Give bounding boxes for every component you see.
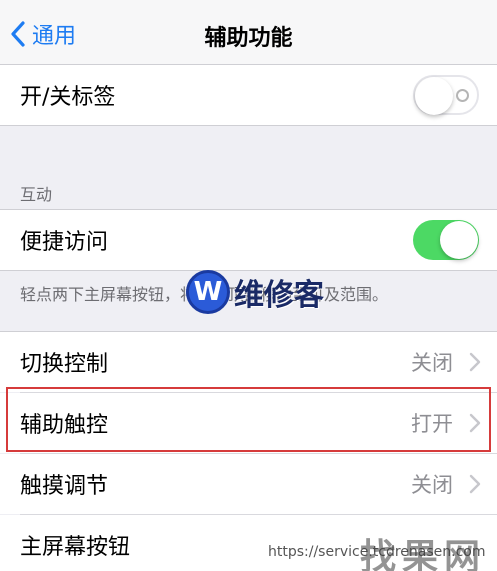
switch-control-label: 切换控制 <box>20 352 109 377</box>
page-title: 辅助功能 <box>204 26 293 51</box>
chevron-right-icon <box>469 352 481 372</box>
divider <box>0 125 497 126</box>
reachability-row: 便捷访问 <box>0 210 497 270</box>
touch-accommodations-label: 触摸调节 <box>20 474 109 499</box>
toggle-knob <box>440 221 478 259</box>
section-header-interaction: 互动 <box>20 185 53 204</box>
toggle-off-indicator-icon <box>456 89 469 102</box>
switch-control-value: 关闭 <box>411 351 453 375</box>
reachability-toggle[interactable] <box>413 220 479 260</box>
toggle-knob <box>415 77 453 115</box>
home-button-label: 主屏幕按钮 <box>20 535 131 560</box>
touch-accommodations-row[interactable]: 触摸调节 关闭 <box>0 454 497 514</box>
switch-control-row[interactable]: 切换控制 关闭 <box>0 332 497 392</box>
chevron-right-icon <box>469 474 481 494</box>
tab-labels-label: 开/关标签 <box>20 85 116 110</box>
touch-accommodations-value: 关闭 <box>411 473 453 497</box>
navigation-bar: 通用 辅助功能 <box>0 0 497 64</box>
highlight-box <box>6 387 491 452</box>
tab-labels-toggle[interactable] <box>413 75 479 115</box>
watermark-brand: 找果网 <box>360 536 487 571</box>
reachability-label: 便捷访问 <box>20 230 109 255</box>
watermark-logo-text: 维修客 <box>234 278 324 313</box>
tab-labels-row: 开/关标签 <box>0 65 497 125</box>
watermark-logo-icon: W <box>186 270 230 314</box>
watermark-logo: W 维修客 <box>186 270 324 314</box>
